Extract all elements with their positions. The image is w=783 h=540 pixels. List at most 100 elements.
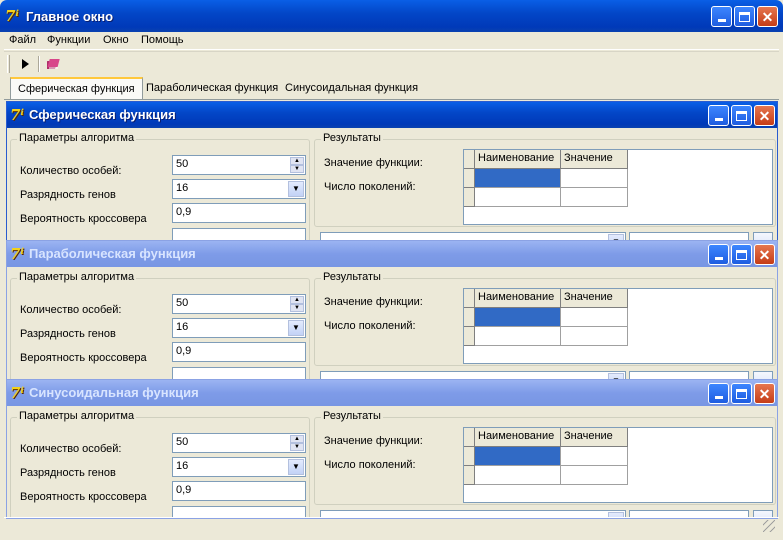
grid-cell[interactable] (561, 169, 628, 188)
grid-row-indicator (464, 169, 475, 188)
count-label: Количество особей: (20, 443, 122, 455)
toolbar-separator (38, 56, 40, 72)
tab-parabolic[interactable]: Параболическая функция (139, 78, 285, 98)
grid-cell-selected[interactable] (475, 447, 561, 466)
run-button[interactable] (16, 55, 36, 73)
grid-header-name[interactable]: Наименование (475, 150, 561, 169)
spin-up-icon[interactable]: ▲ (290, 435, 304, 443)
generations-label: Число поколений: (324, 320, 416, 332)
menu-file[interactable]: Файл (9, 34, 36, 50)
main-titlebar[interactable]: 7ⁱ Главное окно ✕ (0, 0, 783, 32)
chevron-down-icon[interactable]: ▼ (288, 459, 304, 475)
spin-up-icon[interactable]: ▲ (290, 157, 304, 165)
grid-cell[interactable] (475, 327, 561, 346)
tab-sinusoidal[interactable]: Синусоидальная функция (278, 78, 425, 98)
crossover-label: Вероятность кроссовера (20, 352, 147, 364)
spin-down-icon[interactable]: ▼ (290, 304, 304, 312)
child-app-icon[interactable]: 7ⁱ (10, 245, 28, 263)
spin-down-icon[interactable]: ▼ (290, 165, 304, 173)
child-window-parabolic[interactable]: 7ⁱ Параболическая функция ✕ Параметры ал… (6, 240, 778, 380)
func-value-label: Значение функции: (324, 296, 423, 308)
grid-cell[interactable] (561, 188, 628, 207)
minimize-icon (717, 19, 726, 22)
child-maximize-button[interactable] (731, 244, 752, 265)
maximize-button[interactable] (734, 6, 755, 27)
resize-grip-icon[interactable] (763, 520, 775, 532)
chevron-down-icon[interactable]: ▼ (288, 181, 304, 197)
results-groupbox: Результаты Значение функции: Число покол… (314, 410, 776, 505)
grid-header-name[interactable]: Наименование (475, 289, 561, 308)
generations-label: Число поколений: (324, 459, 416, 471)
child-minimize-button[interactable] (708, 105, 729, 126)
minimize-button[interactable] (711, 6, 732, 27)
toolbar-grip[interactable] (7, 55, 10, 73)
crossover-label: Вероятность кроссовера (20, 213, 147, 225)
book-icon (47, 59, 60, 69)
grid-cell-selected[interactable] (475, 308, 561, 327)
child-app-icon[interactable]: 7ⁱ (10, 384, 28, 402)
count-stepper[interactable]: 50 ▲ ▼ (172, 433, 306, 453)
grid-header-value[interactable]: Значение (561, 289, 628, 308)
count-spin-buttons[interactable]: ▲ ▼ (290, 296, 304, 312)
bits-select[interactable]: 16 ▼ (172, 318, 306, 338)
crossover-input[interactable]: 0,9 (172, 342, 306, 362)
minimize-icon (714, 118, 723, 121)
grid-row-indicator (464, 466, 475, 485)
child-close-button[interactable]: ✕ (754, 383, 775, 404)
grid-cell-selected[interactable] (475, 169, 561, 188)
chevron-down-icon[interactable]: ▼ (288, 320, 304, 336)
grid-cell[interactable] (475, 466, 561, 485)
menu-functions[interactable]: Функции (47, 34, 90, 50)
grid-header-value[interactable]: Значение (561, 150, 628, 169)
maximize-icon (736, 110, 747, 121)
grid-cell[interactable] (561, 308, 628, 327)
child-maximize-button[interactable] (731, 105, 752, 126)
child-close-button[interactable]: ✕ (754, 244, 775, 265)
bits-label: Разрядность генов (20, 467, 116, 479)
grid-cell[interactable] (561, 327, 628, 346)
grid-header-name[interactable]: Наименование (475, 428, 561, 447)
grid-cell[interactable] (561, 466, 628, 485)
results-grid[interactable]: Наименование Значение (463, 288, 773, 364)
grid-header-value[interactable]: Значение (561, 428, 628, 447)
maximize-icon (736, 388, 747, 399)
count-stepper[interactable]: 50 ▲ ▼ (172, 294, 306, 314)
count-spin-buttons[interactable]: ▲ ▼ (290, 157, 304, 173)
params-group-label: Параметры алгоритма (17, 410, 137, 422)
child-maximize-button[interactable] (731, 383, 752, 404)
menu-window[interactable]: Окно (103, 34, 129, 50)
toolbar (4, 51, 779, 75)
count-stepper[interactable]: 50 ▲ ▼ (172, 155, 306, 175)
help-book-button[interactable] (44, 55, 64, 73)
close-button[interactable]: ✕ (757, 6, 778, 27)
crossover-input[interactable]: 0,9 (172, 481, 306, 501)
grid-row-indicator (464, 327, 475, 346)
results-grid[interactable]: Наименование Значение (463, 427, 773, 503)
child-titlebar[interactable]: 7ⁱ Синусоидальная функция ✕ (7, 380, 777, 406)
child-close-button[interactable]: ✕ (754, 105, 775, 126)
app-icon[interactable]: 7ⁱ (5, 7, 23, 25)
grid-cell[interactable] (475, 188, 561, 207)
child-titlebar[interactable]: 7ⁱ Сферическая функция ✕ (7, 102, 777, 128)
child-window-spherical[interactable]: 7ⁱ Сферическая функция ✕ Параметры алгор… (6, 101, 778, 241)
spin-up-icon[interactable]: ▲ (290, 296, 304, 304)
crossover-input[interactable]: 0,9 (172, 203, 306, 223)
menu-help[interactable]: Помощь (141, 34, 184, 50)
grid-cell[interactable] (561, 447, 628, 466)
count-spin-buttons[interactable]: ▲ ▼ (290, 435, 304, 451)
tab-spherical[interactable]: Сферическая функция (10, 77, 143, 99)
bits-select[interactable]: 16 ▼ (172, 179, 306, 199)
child-window-sinusoidal[interactable]: 7ⁱ Синусоидальная функция ✕ Параметры ал… (6, 379, 778, 519)
child-minimize-button[interactable] (708, 383, 729, 404)
bits-select[interactable]: 16 ▼ (172, 457, 306, 477)
maximize-icon (736, 249, 747, 260)
child-minimize-button[interactable] (708, 244, 729, 265)
child-app-icon[interactable]: 7ⁱ (10, 106, 28, 124)
child-titlebar[interactable]: 7ⁱ Параболическая функция ✕ (7, 241, 777, 267)
child-window-title: Параболическая функция (29, 246, 196, 261)
results-grid[interactable]: Наименование Значение (463, 149, 773, 225)
spin-down-icon[interactable]: ▼ (290, 443, 304, 451)
status-bar (4, 517, 779, 536)
generations-label: Число поколений: (324, 181, 416, 193)
close-icon: ✕ (758, 107, 771, 124)
